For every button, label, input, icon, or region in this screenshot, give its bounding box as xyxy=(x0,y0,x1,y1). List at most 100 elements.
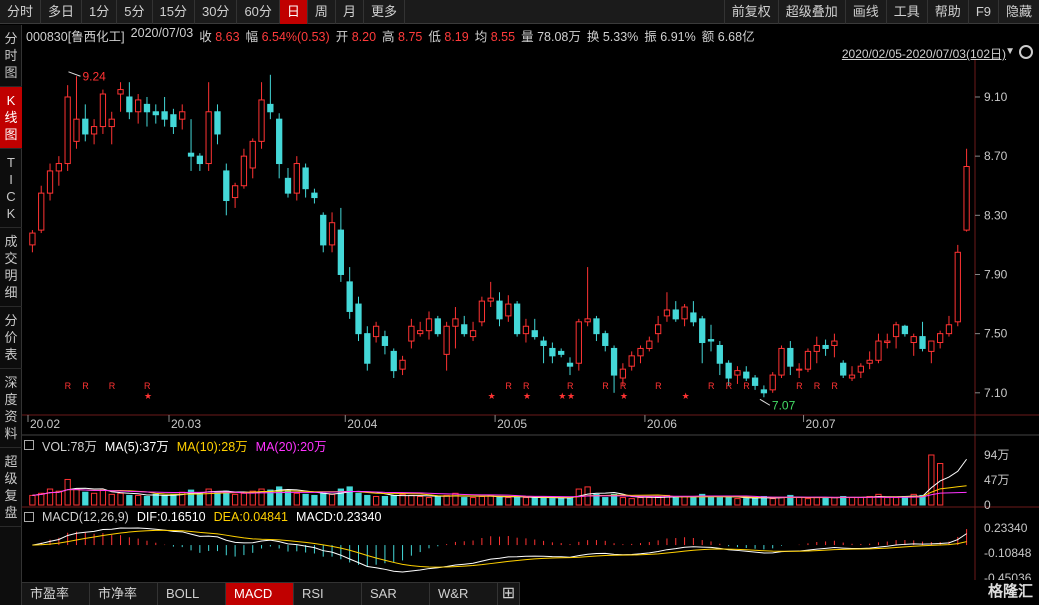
candle-body xyxy=(619,368,627,379)
candle-body xyxy=(496,300,503,320)
volume-bar xyxy=(707,495,715,506)
macd-legend-name: MACD(12,26,9) xyxy=(42,510,129,524)
r-marker: R xyxy=(144,381,151,391)
candle-body xyxy=(46,170,54,194)
candle-body xyxy=(249,140,256,169)
square-icon[interactable] xyxy=(24,512,34,522)
toolbar-right-button[interactable]: 帮助 xyxy=(926,0,968,24)
settings-icon[interactable] xyxy=(1019,45,1033,59)
indicator-tab[interactable]: RSI xyxy=(294,583,362,605)
indicator-tab[interactable]: BOLL xyxy=(158,583,226,605)
chevron-down-icon[interactable]: ▼ xyxy=(1005,46,1015,57)
volume-bar xyxy=(108,493,115,506)
candle-body xyxy=(214,111,221,135)
volume-bar xyxy=(328,493,336,506)
candle-body xyxy=(928,340,935,352)
macd-tick-label: -0.45036 xyxy=(984,571,1032,580)
r-marker: R xyxy=(726,381,733,391)
period-button[interactable]: 15分 xyxy=(153,0,195,24)
star-marker: ★ xyxy=(558,391,566,401)
toolbar-right-button[interactable]: 工具 xyxy=(885,0,927,24)
y-tick-label: 8.70 xyxy=(984,149,1008,163)
volume-bar xyxy=(628,498,635,506)
volume-bar xyxy=(743,498,750,506)
volume-bar xyxy=(487,494,494,506)
candle-body xyxy=(372,325,380,338)
square-icon[interactable] xyxy=(24,440,34,450)
candle-body xyxy=(240,155,248,187)
period-button[interactable]: 更多 xyxy=(364,0,405,24)
x-tick-label: 20.02 xyxy=(30,417,60,431)
volume-bar xyxy=(346,486,353,506)
volume-bar xyxy=(857,497,864,506)
period-button[interactable]: 月 xyxy=(336,0,364,24)
candle-body xyxy=(628,355,635,367)
toolbar-right-button[interactable]: 画线 xyxy=(844,0,886,24)
low-label: 低 xyxy=(428,30,441,44)
candle-body xyxy=(558,350,565,355)
volume-bar xyxy=(320,492,327,506)
sidebar-tab[interactable]: 深度资料 xyxy=(0,369,22,448)
volume-bar xyxy=(55,490,62,506)
indicator-tab[interactable]: SAR xyxy=(362,583,430,605)
volume-bar xyxy=(152,493,159,506)
candle-body xyxy=(38,192,45,231)
period-button[interactable]: 周 xyxy=(308,0,336,24)
volume-bar xyxy=(390,494,397,506)
indicator-tab[interactable]: 市净率 xyxy=(90,583,158,605)
volume-bar xyxy=(522,497,530,506)
toolbar-right-button[interactable]: 隐藏 xyxy=(997,0,1039,24)
amount-label: 额 xyxy=(701,30,715,44)
sidebar-tab[interactable]: 分时图 xyxy=(0,25,22,87)
candle-body xyxy=(126,96,133,113)
candle-body xyxy=(663,309,671,317)
indicator-tab[interactable]: W&R xyxy=(430,583,498,605)
indicator-tab[interactable]: 市盈率 xyxy=(22,583,90,605)
candle-body xyxy=(681,306,688,320)
r-marker: R xyxy=(82,381,89,391)
candle-body xyxy=(161,111,168,120)
candle-body xyxy=(90,126,98,135)
volume-bar xyxy=(372,495,380,506)
sidebar-tab[interactable]: TICK xyxy=(0,149,22,228)
volume-bar xyxy=(619,497,627,506)
r-marker: R xyxy=(655,381,662,391)
sidebar-tab[interactable]: 分价表 xyxy=(0,307,22,369)
sidebar-tab[interactable]: 超级复盘 xyxy=(0,448,22,527)
volume-bar xyxy=(602,497,609,506)
volume-bar xyxy=(73,488,80,506)
toolbar-right-button[interactable]: 超级叠加 xyxy=(777,0,845,24)
volume-bar xyxy=(135,494,142,506)
open-value: 8.20 xyxy=(351,30,377,44)
star-marker: ★ xyxy=(144,391,152,401)
vol-tick-label: 0 xyxy=(984,498,991,512)
period-button[interactable]: 30分 xyxy=(195,0,238,24)
period-button[interactable]: 60分 xyxy=(237,0,280,24)
x-tick-label: 20.06 xyxy=(647,417,677,431)
sidebar-tab[interactable]: K线图 xyxy=(0,87,22,149)
candle-body xyxy=(848,374,856,379)
low-value: 8.19 xyxy=(444,30,469,44)
period-button[interactable]: 1分 xyxy=(82,0,118,24)
toolbar-right-button[interactable]: 前复权 xyxy=(723,0,778,24)
toolbar-right-button[interactable]: F9 xyxy=(967,0,998,24)
candle-body xyxy=(381,336,389,346)
vol-legend-ma10: MA(10):28万 xyxy=(176,439,248,454)
candle-body xyxy=(443,325,450,355)
candle-body xyxy=(143,103,151,113)
candle-body xyxy=(505,303,512,317)
candle-body xyxy=(584,318,591,323)
x-tick-label: 20.07 xyxy=(806,417,836,431)
volume-bar xyxy=(646,497,653,506)
add-tab-icon[interactable]: ⊞ xyxy=(498,583,520,605)
period-button[interactable]: 日 xyxy=(279,0,308,24)
sidebar-tab[interactable]: 成交明细 xyxy=(0,228,22,307)
volume-bar xyxy=(796,497,803,506)
x-tick-label: 20.04 xyxy=(347,417,377,431)
period-button[interactable]: 分时 xyxy=(0,0,42,24)
period-button[interactable]: 多日 xyxy=(41,0,83,24)
kline-chart[interactable]: 9.10 8.70 8.30 7.90 7.50 7.10 20.02 20.03 20.04 2… xyxy=(22,60,1039,580)
period-button[interactable]: 5分 xyxy=(117,0,153,24)
candle-body xyxy=(875,340,882,361)
indicator-tab[interactable]: MACD xyxy=(226,583,294,605)
